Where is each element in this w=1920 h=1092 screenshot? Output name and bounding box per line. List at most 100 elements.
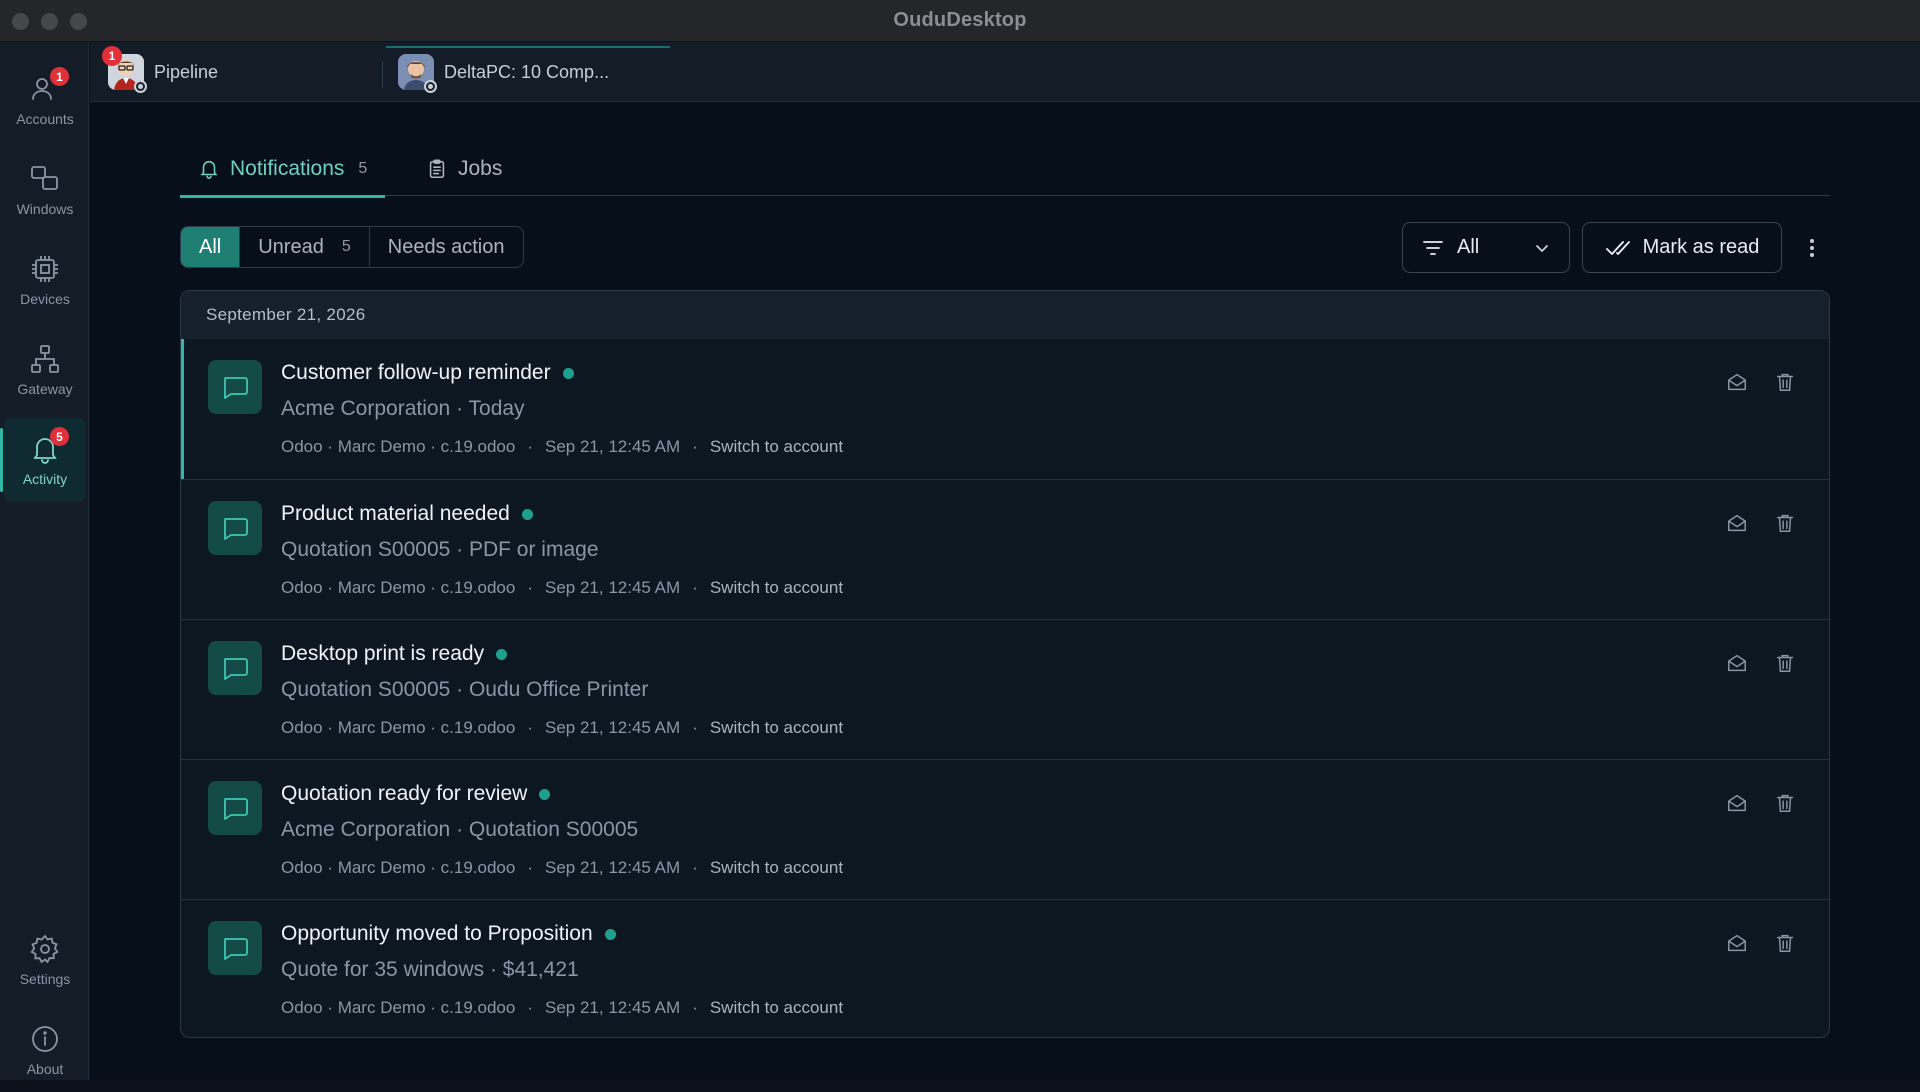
- notification-title: Quotation ready for review: [281, 782, 528, 805]
- activity-badge: 5: [50, 427, 69, 446]
- avatar: [398, 54, 437, 93]
- sidebar-item-devices[interactable]: Devices: [4, 238, 86, 322]
- notification-row[interactable]: Product material needed Quotation S00005…: [181, 479, 1829, 619]
- sidebar-item-accounts[interactable]: 1 Accounts: [4, 58, 86, 142]
- minimize-window-button[interactable]: [41, 13, 58, 30]
- notification-title-row: Product material needed: [281, 502, 533, 526]
- mark-read-button[interactable]: [1724, 510, 1750, 536]
- notification-time: Sep 21, 12:45 AM: [545, 437, 681, 456]
- segment-unread[interactable]: Unread 5: [240, 227, 370, 267]
- notification-subtitle: Quote for 35 windows · $41,421: [281, 958, 579, 981]
- notification-row[interactable]: Quotation ready for review Acme Corporat…: [181, 759, 1829, 899]
- sidebar-item-about[interactable]: About: [4, 1008, 86, 1092]
- mark-read-button[interactable]: [1724, 369, 1750, 395]
- sidebar-item-label: About: [26, 1061, 64, 1077]
- avatar: 1: [102, 46, 147, 93]
- message-icon: [208, 641, 262, 695]
- more-options-button[interactable]: [1800, 232, 1824, 264]
- chevron-down-icon: [1536, 244, 1548, 252]
- envelope-open-icon: [1728, 514, 1746, 532]
- tab-divider: [382, 62, 383, 88]
- unread-dot: [496, 648, 508, 660]
- sidebar: 1 Accounts Windows Devices Gateway 5 Act…: [0, 42, 89, 1080]
- bell-icon: 5: [29, 427, 69, 465]
- tab-jobs[interactable]: Jobs: [426, 142, 502, 196]
- trash-icon: [1776, 794, 1794, 812]
- separator: ·: [527, 998, 533, 1017]
- sidebar-item-label: Devices: [20, 291, 70, 307]
- mark-as-read-label: Mark as read: [1642, 236, 1760, 258]
- segment-needs-action[interactable]: Needs action: [370, 227, 523, 267]
- source-filter-dropdown[interactable]: All: [1402, 222, 1570, 273]
- switch-to-account-link[interactable]: Switch to account: [710, 437, 843, 457]
- notification-list: September 21, 2026 Customer follow-up re…: [180, 290, 1830, 1038]
- filter-selected-value: All: [1457, 236, 1480, 258]
- envelope-open-icon: [1728, 794, 1746, 812]
- sidebar-item-activity[interactable]: 5 Activity: [0, 418, 86, 502]
- app-window: OuduDesktop 1 Accounts Windows Devices G…: [0, 0, 1920, 1080]
- tab-notifications[interactable]: Notifications 5: [180, 142, 386, 198]
- notification-time: Sep 21, 12:45 AM: [545, 998, 681, 1017]
- switch-to-account-link[interactable]: Switch to account: [710, 858, 843, 878]
- sidebar-item-gateway[interactable]: Gateway: [4, 328, 86, 412]
- notification-meta: Odoo · Marc Demo · c.19.odoo · Sep 21, 1…: [281, 578, 843, 598]
- window-title: OuduDesktop: [893, 9, 1027, 31]
- windows-icon: [29, 163, 61, 195]
- zoom-window-button[interactable]: [70, 13, 87, 30]
- separator: ·: [692, 858, 698, 877]
- title-bar: OuduDesktop: [0, 0, 1920, 42]
- notification-time: Sep 21, 12:45 AM: [545, 578, 681, 597]
- window-tab-deltapc[interactable]: DeltaPC: 10 Comp...: [385, 42, 671, 102]
- delete-button[interactable]: [1772, 510, 1798, 536]
- delete-button[interactable]: [1772, 369, 1798, 395]
- trash-icon: [1776, 514, 1794, 532]
- notification-title: Opportunity moved to Proposition: [281, 922, 593, 945]
- notification-source: Odoo · Marc Demo · c.19.odoo: [281, 437, 516, 456]
- delete-button[interactable]: [1772, 790, 1798, 816]
- notification-row[interactable]: Desktop print is ready Quotation S00005 …: [181, 619, 1829, 759]
- mark-read-button[interactable]: [1724, 790, 1750, 816]
- switch-to-account-link[interactable]: Switch to account: [710, 998, 843, 1018]
- sidebar-item-label: Accounts: [16, 111, 74, 127]
- separator: ·: [692, 578, 698, 597]
- notification-title-row: Quotation ready for review: [281, 782, 551, 806]
- pipeline-tab-badge: 1: [102, 46, 122, 66]
- sidebar-item-windows[interactable]: Windows: [4, 148, 86, 232]
- tab-label: Jobs: [458, 157, 503, 180]
- notification-subtitle: Acme Corporation · Today: [281, 397, 525, 420]
- window-tab-label: Pipeline: [154, 61, 219, 82]
- tab-count: 5: [358, 160, 368, 177]
- window-tab-pipeline[interactable]: 1 Pipeline: [102, 42, 219, 102]
- filter-segmented-control: All Unread 5 Needs action: [180, 226, 524, 268]
- close-window-button[interactable]: [12, 13, 29, 30]
- mark-read-button[interactable]: [1724, 930, 1750, 956]
- envelope-open-icon: [1728, 373, 1746, 391]
- notification-subtitle: Quotation S00005 · PDF or image: [281, 538, 599, 561]
- notification-source: Odoo · Marc Demo · c.19.odoo: [281, 718, 516, 737]
- chip-icon: [29, 253, 61, 285]
- separator: ·: [692, 998, 698, 1017]
- switch-to-account-link[interactable]: Switch to account: [710, 718, 843, 738]
- info-icon: [29, 1023, 61, 1055]
- delete-button[interactable]: [1772, 650, 1798, 676]
- subtab-bar: Notifications 5 Jobs: [180, 142, 1830, 198]
- envelope-open-icon: [1728, 934, 1746, 952]
- status-icon: [134, 80, 147, 93]
- notification-time: Sep 21, 12:45 AM: [545, 858, 681, 877]
- mark-as-read-button[interactable]: Mark as read: [1582, 222, 1782, 273]
- separator: ·: [527, 578, 533, 597]
- switch-to-account-link[interactable]: Switch to account: [710, 578, 843, 598]
- notification-title: Product material needed: [281, 502, 510, 525]
- sidebar-item-settings[interactable]: Settings: [4, 918, 86, 1002]
- accounts-badge: 1: [50, 67, 69, 86]
- users-icon: 1: [29, 67, 69, 105]
- notification-source: Odoo · Marc Demo · c.19.odoo: [281, 578, 516, 597]
- delete-button[interactable]: [1772, 930, 1798, 956]
- more-vertical-icon: [1810, 239, 1814, 257]
- sidebar-item-label: Activity: [22, 471, 68, 487]
- notification-title-row: Customer follow-up reminder: [281, 361, 574, 385]
- mark-read-button[interactable]: [1724, 650, 1750, 676]
- segment-all[interactable]: All: [181, 227, 241, 267]
- notification-row[interactable]: Customer follow-up reminder Acme Corpora…: [181, 339, 1829, 479]
- notification-row[interactable]: Opportunity moved to Proposition Quote f…: [181, 899, 1829, 1037]
